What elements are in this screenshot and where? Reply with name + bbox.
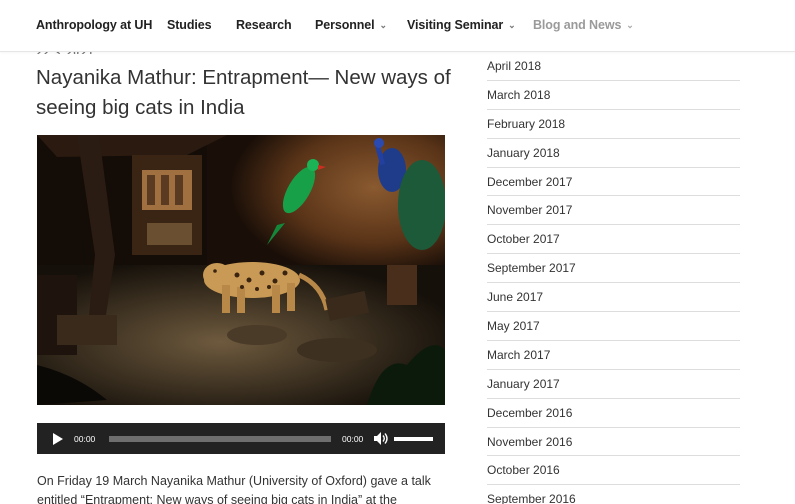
duration-time: 00:00 bbox=[342, 434, 364, 444]
archive-link[interactable]: October 2016 bbox=[487, 463, 560, 477]
archive-link[interactable]: June 2017 bbox=[487, 290, 543, 304]
chevron-down-icon: ⌄ bbox=[626, 20, 634, 30]
archive-item: December 2017 bbox=[487, 168, 740, 197]
nav-item-label: Studies bbox=[167, 18, 212, 32]
top-navigation: Anthropology at UH Studies Research Pers… bbox=[0, 0, 795, 52]
archive-list: April 2018 March 2018 February 2018 Janu… bbox=[487, 52, 740, 504]
archive-link[interactable]: March 2017 bbox=[487, 348, 550, 362]
archive-item: May 2017 bbox=[487, 312, 740, 341]
archive-item: October 2017 bbox=[487, 225, 740, 255]
archive-link[interactable]: May 2017 bbox=[487, 319, 540, 333]
volume-icon[interactable] bbox=[373, 431, 389, 446]
archive-item: June 2017 bbox=[487, 283, 740, 313]
nav-item-research[interactable]: Research bbox=[236, 18, 292, 32]
archive-item: April 2018 bbox=[487, 52, 740, 81]
archive-link[interactable]: December 2017 bbox=[487, 175, 572, 189]
archive-item: December 2016 bbox=[487, 399, 740, 428]
post-title[interactable]: Nayanika Mathur: Entrapment— New ways of… bbox=[36, 63, 456, 122]
archive-item: February 2018 bbox=[487, 110, 740, 139]
current-time: 00:00 bbox=[74, 434, 96, 444]
archive-link[interactable]: February 2018 bbox=[487, 117, 565, 131]
post-illustration bbox=[37, 135, 445, 405]
archive-link[interactable]: January 2018 bbox=[487, 146, 560, 160]
archive-item: January 2018 bbox=[487, 139, 740, 168]
archive-link[interactable]: November 2017 bbox=[487, 203, 572, 217]
archive-link[interactable]: December 2016 bbox=[487, 406, 572, 420]
archive-link[interactable]: January 2017 bbox=[487, 377, 560, 391]
leopard-scene-image bbox=[37, 135, 445, 405]
archive-link[interactable]: April 2018 bbox=[487, 59, 541, 73]
nav-item-label: Blog and News bbox=[533, 18, 622, 32]
nav-item-personnel[interactable]: Personnel ⌄ bbox=[315, 18, 387, 32]
nav-item-label: Research bbox=[236, 18, 292, 32]
archive-item: September 2017 bbox=[487, 254, 740, 284]
archive-link[interactable]: October 2017 bbox=[487, 232, 560, 246]
play-icon[interactable] bbox=[53, 433, 63, 445]
archive-item: November 2017 bbox=[487, 196, 740, 226]
archive-item: September 2016 bbox=[487, 485, 740, 504]
nav-item-label: Personnel bbox=[315, 18, 375, 32]
archive-link[interactable]: September 2017 bbox=[487, 261, 576, 275]
archive-link[interactable]: September 2016 bbox=[487, 492, 576, 504]
volume-slider[interactable] bbox=[394, 437, 433, 441]
archive-link[interactable]: November 2016 bbox=[487, 435, 572, 449]
archive-item: March 2017 bbox=[487, 341, 740, 370]
archive-item: November 2016 bbox=[487, 428, 740, 457]
archive-item: January 2017 bbox=[487, 370, 740, 399]
archive-item: March 2018 bbox=[487, 81, 740, 110]
nav-item-blog-and-news[interactable]: Blog and News ⌄ bbox=[533, 18, 634, 32]
nav-item-label: Anthropology at UH bbox=[36, 18, 153, 32]
nav-item-anthropology-at-uh[interactable]: Anthropology at UH bbox=[36, 18, 152, 32]
nav-item-visiting-seminar[interactable]: Visiting Seminar ⌄ bbox=[407, 18, 516, 32]
nav-item-label: Visiting Seminar bbox=[407, 18, 504, 32]
chevron-down-icon: ⌄ bbox=[379, 20, 388, 30]
chevron-down-icon: ⌄ bbox=[508, 20, 516, 30]
archive-link[interactable]: March 2018 bbox=[487, 88, 550, 102]
post-body-text: On Friday 19 March Nayanika Mathur (Univ… bbox=[37, 474, 431, 504]
nav-item-studies[interactable]: Studies bbox=[167, 18, 212, 32]
audio-progress-track[interactable] bbox=[109, 436, 331, 442]
audio-player: 00:00 00:00 bbox=[37, 423, 445, 454]
archive-item: October 2016 bbox=[487, 456, 740, 486]
